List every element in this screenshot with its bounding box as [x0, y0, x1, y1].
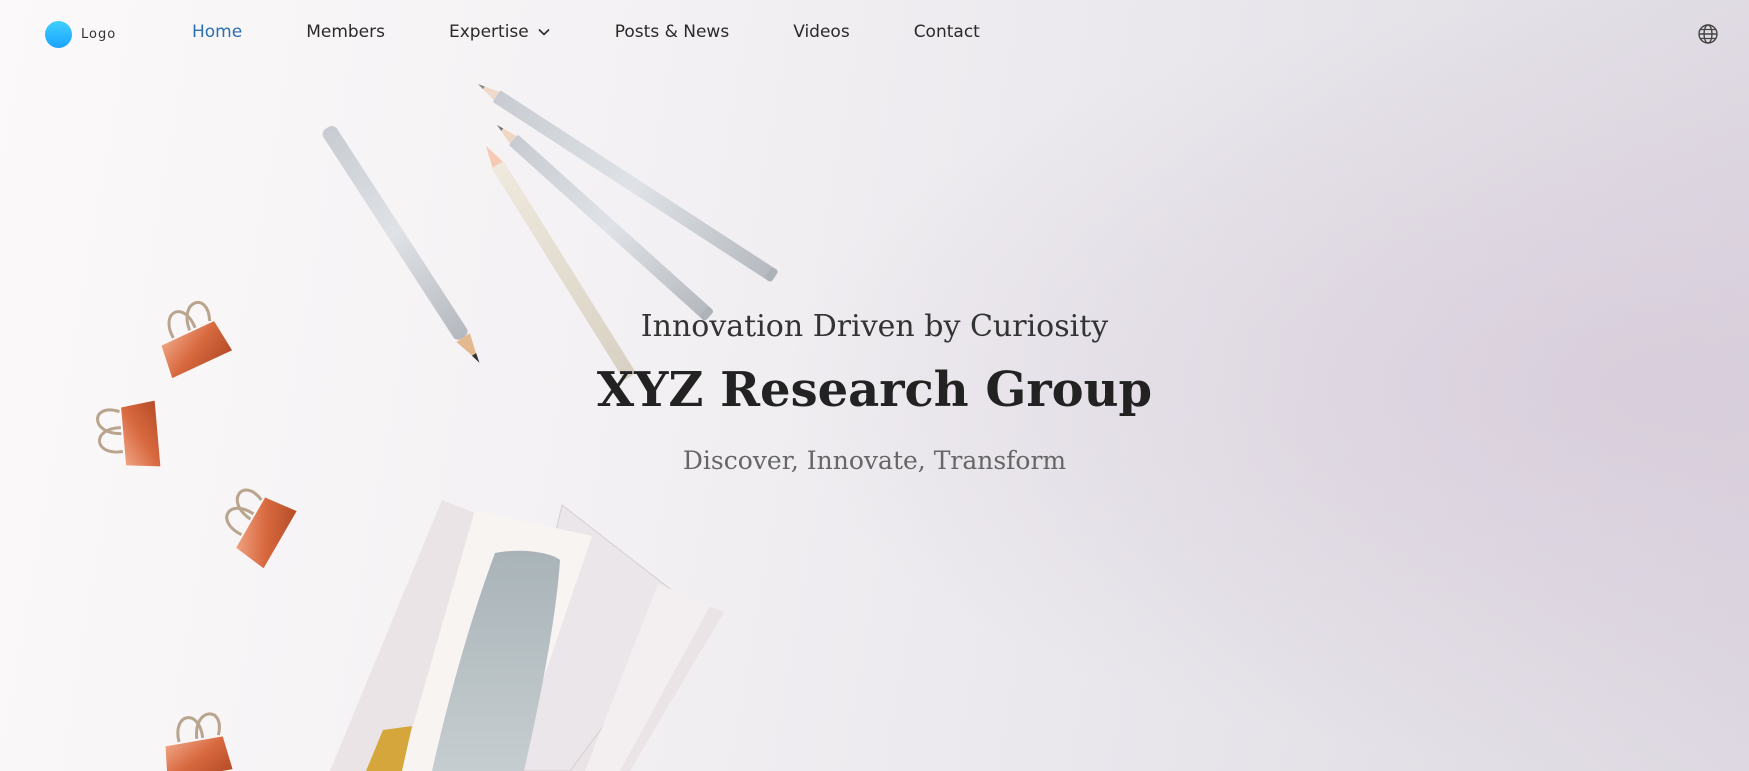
nav-item-videos[interactable]: Videos	[793, 22, 850, 42]
nav-item-home[interactable]: Home	[192, 22, 242, 42]
chevron-down-icon	[538, 28, 550, 36]
nav-item-label: Posts & News	[614, 22, 730, 42]
nav-item-label: Home	[192, 22, 243, 42]
nav-links: Home Members Expertise Posts & News Vide…	[192, 22, 1044, 42]
logo-label: Logo	[81, 27, 117, 42]
nav-item-label: Expertise	[449, 22, 529, 42]
globe-icon[interactable]	[1697, 23, 1719, 45]
logo[interactable]: Logo	[45, 21, 116, 48]
hero-subtitle: Discover, Innovate, Transform	[682, 446, 1067, 475]
page: Logo Home Members Expertise Posts & News…	[0, 0, 1749, 771]
hero-tagline: Innovation Driven by Curiosity	[640, 309, 1109, 344]
nav-item-contact[interactable]: Contact	[914, 22, 980, 42]
hero-section: Innovation Driven by Curiosity XYZ Resea…	[0, 305, 1749, 479]
top-navbar: Logo Home Members Expertise Posts & News…	[0, 0, 1749, 68]
nav-item-posts-news[interactable]: Posts & News	[615, 22, 729, 42]
nav-item-label: Contact	[913, 22, 980, 42]
hero-title: XYZ Research Group	[596, 362, 1153, 418]
nav-item-label: Videos	[793, 22, 850, 42]
nav-item-members[interactable]: Members	[306, 22, 385, 42]
nav-item-label: Members	[306, 22, 385, 42]
logo-icon	[45, 21, 72, 48]
nav-item-expertise[interactable]: Expertise	[449, 22, 551, 42]
